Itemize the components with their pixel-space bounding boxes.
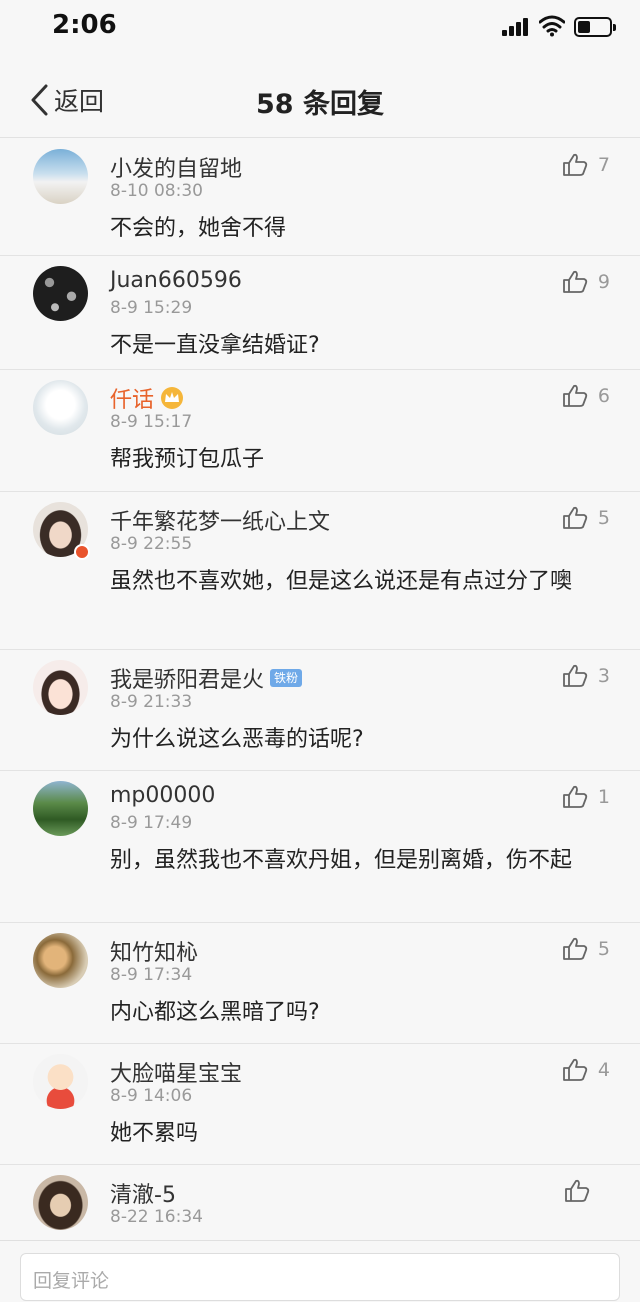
crown-icon (161, 387, 184, 409)
comment-item[interactable]: mp00000 8-9 17:49 别，虽然我也不喜欢丹姐，但是别离婚，伤不起 … (0, 771, 640, 923)
like-count: 5 (597, 507, 610, 529)
comment-item[interactable]: 我是骄阳君是火 铁粉 8-9 21:33 为什么说这么恶毒的话呢? 3 (0, 650, 640, 771)
comment-username[interactable]: 小发的自留地 (110, 151, 242, 183)
like-count: 6 (597, 385, 610, 407)
like-button[interactable]: 9 (562, 270, 610, 294)
like-count: 3 (597, 665, 610, 687)
avatar[interactable] (33, 1054, 88, 1109)
username-text: 知竹知杺 (110, 941, 199, 966)
comment-item[interactable]: 知竹知杺 8-9 17:34 内心都这么黑暗了吗? 5 (0, 923, 640, 1044)
comment-item[interactable]: 清澈-5 8-22 16:34 (0, 1165, 640, 1239)
thumbs-up-icon (563, 785, 588, 808)
thumbs-up-icon (563, 384, 588, 407)
comment-text: 帮我预订包瓜子 (110, 447, 265, 472)
thumbs-up-icon (563, 153, 588, 176)
verified-badge-icon (74, 544, 90, 560)
thumbs-up-icon (563, 937, 588, 960)
thumbs-up-icon (563, 506, 588, 529)
comment-item[interactable]: 仟话 8-9 15:17 帮我预订包瓜子 6 (0, 370, 640, 492)
wifi-icon (539, 15, 565, 37)
comment-timestamp: 8-10 08:30 (110, 181, 203, 201)
comment-timestamp: 8-9 17:49 (110, 813, 193, 833)
page-title: 58 条回复 (256, 89, 384, 120)
like-button[interactable]: 5 (562, 937, 610, 961)
battery-icon (574, 17, 616, 37)
thumbs-up-icon (563, 270, 588, 293)
comment-timestamp: 8-22 16:34 (110, 1207, 203, 1227)
comment-username[interactable]: 清澈-5 (110, 1177, 176, 1209)
username-text: 小发的自留地 (110, 157, 243, 182)
comment-timestamp: 8-9 15:17 (110, 412, 193, 432)
like-count: 4 (597, 1059, 610, 1081)
thumbs-up-icon (565, 1179, 590, 1202)
username-text: 清澈-5 (110, 1183, 176, 1208)
comment-text: 虽然也不喜欢她，但是这么说还是有点过分了噢 (110, 569, 573, 594)
like-button[interactable]: 3 (562, 664, 610, 688)
comment-username[interactable]: 大脸喵星宝宝 (110, 1056, 242, 1088)
comment-list[interactable]: 小发的自留地 8-10 08:30 不会的，她舍不得 7 Juan660596 … (0, 139, 640, 1239)
comment-item[interactable]: 千年繁花梦一纸心上文 8-9 22:55 虽然也不喜欢她，但是这么说还是有点过分… (0, 492, 640, 650)
like-count: 9 (597, 271, 610, 293)
comment-text: 不是一直没拿结婚证? (110, 333, 320, 358)
comment-username[interactable]: Juan660596 (110, 268, 242, 293)
avatar[interactable] (33, 1175, 88, 1230)
comment-text: 别，虽然我也不喜欢丹姐，但是别离婚，伤不起 (110, 848, 573, 873)
comment-timestamp: 8-9 15:29 (110, 298, 193, 318)
avatar[interactable] (33, 380, 88, 435)
status-time: 2:06 (52, 10, 117, 40)
comment-text: 内心都这么黑暗了吗? (110, 1000, 320, 1025)
comment-username[interactable]: 仟话 (110, 382, 184, 414)
avatar[interactable] (33, 781, 88, 836)
comment-username[interactable]: 我是骄阳君是火 铁粉 (110, 662, 303, 694)
comment-username[interactable]: 千年繁花梦一纸心上文 (110, 504, 330, 536)
like-count: 1 (597, 786, 610, 808)
username-text: 仟话 (110, 388, 155, 413)
username-text: mp00000 (110, 783, 216, 808)
comment-timestamp: 8-9 21:33 (110, 692, 193, 712)
comment-text: 为什么说这么恶毒的话呢? (110, 727, 364, 752)
comment-text: 不会的，她舍不得 (110, 216, 287, 241)
reply-bar: 回复评论 (0, 1240, 640, 1302)
thumbs-up-icon (563, 1058, 588, 1081)
like-count: 7 (597, 154, 610, 176)
comment-item[interactable]: 小发的自留地 8-10 08:30 不会的，她舍不得 7 (0, 139, 640, 256)
like-button[interactable]: 7 (562, 153, 610, 177)
username-text: 千年繁花梦一纸心上文 (110, 510, 331, 535)
comment-username[interactable]: 知竹知杺 (110, 935, 198, 967)
avatar[interactable] (33, 149, 88, 204)
status-bar: 2:06 (0, 0, 640, 54)
avatar[interactable] (33, 933, 88, 988)
like-button[interactable] (564, 1179, 610, 1203)
avatar[interactable] (33, 660, 88, 715)
comment-item[interactable]: 大脸喵星宝宝 8-9 14:06 她不累吗 4 (0, 1044, 640, 1165)
like-button[interactable]: 6 (562, 384, 610, 408)
avatar[interactable] (33, 266, 88, 321)
comment-timestamp: 8-9 22:55 (110, 534, 193, 554)
username-text: Juan660596 (110, 268, 242, 293)
username-text: 我是骄阳君是火 (110, 668, 265, 693)
like-count: 5 (597, 938, 610, 960)
comment-timestamp: 8-9 17:34 (110, 965, 193, 985)
fan-badge: 铁粉 (270, 669, 303, 687)
like-button[interactable]: 4 (562, 1058, 610, 1082)
like-button[interactable]: 1 (562, 785, 610, 809)
navigation-bar: 返回 58 条回复 (0, 54, 640, 138)
cellular-signal-icon (502, 18, 532, 36)
thumbs-up-icon (563, 664, 588, 687)
reply-input[interactable]: 回复评论 (20, 1253, 620, 1301)
comment-timestamp: 8-9 14:06 (110, 1086, 193, 1106)
like-button[interactable]: 5 (562, 506, 610, 530)
username-text: 大脸喵星宝宝 (110, 1062, 243, 1087)
comment-item[interactable]: Juan660596 8-9 15:29 不是一直没拿结婚证? 9 (0, 256, 640, 370)
comment-text: 她不累吗 (110, 1121, 199, 1146)
comment-username[interactable]: mp00000 (110, 783, 215, 808)
